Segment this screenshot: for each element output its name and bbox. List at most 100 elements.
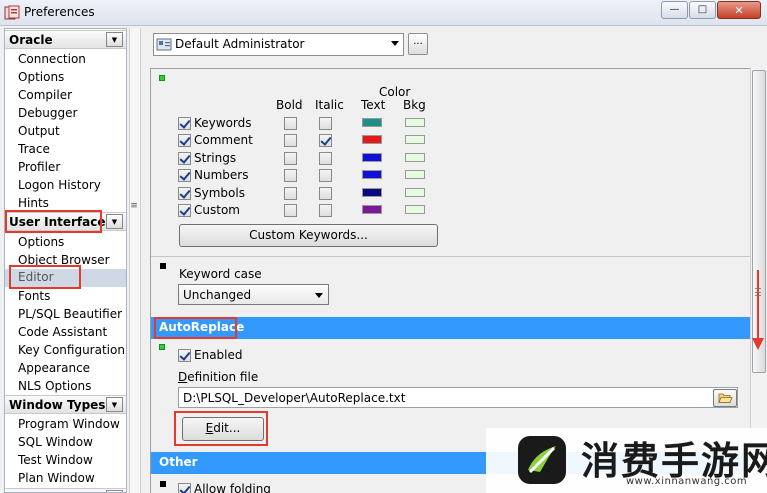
tree-item-options[interactable]: Options [5, 69, 126, 87]
chevron-down-icon[interactable]: ▼ [106, 214, 123, 229]
comment-text-color-swatch[interactable] [362, 135, 382, 144]
strings-bkg-color-swatch[interactable] [405, 153, 425, 162]
tree-item-plan-window[interactable]: Plan Window [5, 470, 126, 488]
column-text-header: Text [361, 98, 386, 112]
tree-item-hints[interactable]: Hints [5, 195, 126, 213]
custom-text-color-swatch[interactable] [362, 205, 382, 214]
tree-group-label: Window Types [9, 398, 106, 412]
section-marker-icon [159, 344, 165, 350]
numbers-italic-checkbox[interactable] [319, 169, 332, 182]
tree-group-window-types[interactable]: Window Types ▼ [5, 395, 126, 414]
custom-keywords-button[interactable]: Custom Keywords... [179, 224, 438, 247]
tree-item-appearance[interactable]: Appearance [5, 360, 126, 378]
other-section-title: Other [159, 455, 198, 469]
keywords-text-color-swatch[interactable] [362, 118, 382, 127]
custom-italic-checkbox[interactable] [319, 204, 332, 217]
comment-label: Comment [194, 133, 253, 147]
comment-bold-checkbox[interactable] [284, 134, 297, 147]
keywords-enabled-checkbox[interactable] [178, 117, 191, 130]
profile-more-button[interactable]: ... [408, 33, 428, 55]
strings-italic-checkbox[interactable] [319, 152, 332, 165]
custom-bkg-color-swatch[interactable] [405, 205, 425, 214]
tree-item-output[interactable]: Output [5, 123, 126, 141]
symbols-text-color-swatch[interactable] [362, 188, 382, 197]
numbers-label: Numbers [194, 168, 249, 182]
comment-bkg-color-swatch[interactable] [405, 135, 425, 144]
plsql-developer-icon [4, 5, 20, 20]
profile-select-value: Default Administrator [175, 37, 305, 51]
tree-group-oracle[interactable]: Oracle ▼ [5, 30, 126, 49]
definition-file-label: Definition file [178, 370, 259, 384]
tree-group-user-interface[interactable]: User Interface ▼ [5, 212, 126, 231]
symbols-italic-checkbox[interactable] [319, 187, 332, 200]
keywords-bold-checkbox[interactable] [284, 117, 297, 130]
numbers-enabled-checkbox[interactable] [178, 169, 191, 182]
tree-item-trace[interactable]: Trace [5, 141, 126, 159]
allow-folding-label: Allow folding [194, 482, 271, 493]
user-profile-icon [156, 38, 172, 51]
symbols-enabled-checkbox[interactable] [178, 187, 191, 200]
tree-item-test-window[interactable]: Test Window [5, 452, 126, 470]
tree-item-nls-options[interactable]: NLS Options [5, 378, 126, 396]
symbols-bkg-color-swatch[interactable] [405, 188, 425, 197]
numbers-text-color-swatch[interactable] [362, 170, 382, 179]
allow-folding-checkbox[interactable] [178, 483, 191, 493]
autoreplace-enabled-checkbox[interactable] [178, 349, 191, 362]
arrow-down-icon [752, 338, 764, 350]
strings-label: Strings [194, 151, 237, 165]
numbers-bkg-color-swatch[interactable] [405, 170, 425, 179]
tree-item-sql-window[interactable]: SQL Window [5, 434, 126, 452]
column-bkg-header: Bkg [403, 98, 426, 112]
preferences-tree: Oracle ▼ Connection Options Compiler Deb… [4, 28, 127, 493]
watermark-url: www.xinnanwang.com [626, 476, 748, 487]
strings-text-color-swatch[interactable] [362, 153, 382, 162]
custom-enabled-checkbox[interactable] [178, 204, 191, 217]
scrollbar-thumb[interactable] [752, 70, 766, 373]
column-bold-header: Bold [276, 98, 303, 112]
strings-enabled-checkbox[interactable] [178, 152, 191, 165]
numbers-bold-checkbox[interactable] [284, 169, 297, 182]
maximize-button[interactable]: □ [689, 1, 716, 19]
window-title: Preferences [24, 5, 95, 19]
chevron-down-icon[interactable]: ▼ [106, 32, 123, 47]
strings-bold-checkbox[interactable] [284, 152, 297, 165]
tree-item-ui-options[interactable]: Options [5, 234, 126, 252]
tree-item-editor[interactable]: Editor [5, 269, 126, 287]
keywords-bkg-color-swatch[interactable] [405, 118, 425, 127]
comment-italic-checkbox[interactable] [319, 134, 332, 147]
minimize-button[interactable]: — [661, 1, 688, 19]
tree-item-profiler[interactable]: Profiler [5, 159, 126, 177]
autoreplace-edit-button[interactable]: Edit... [182, 417, 264, 441]
symbols-bold-checkbox[interactable] [284, 187, 297, 200]
tree-item-program-window[interactable]: Program Window [5, 416, 126, 434]
custom-bold-checkbox[interactable] [284, 204, 297, 217]
tree-item-object-browser[interactable]: Object Browser [5, 252, 126, 270]
tree-scrollbar[interactable] [129, 28, 141, 493]
tree-group-next[interactable]: ▼ [5, 488, 126, 492]
tree-item-connection[interactable]: Connection [5, 51, 126, 69]
pane-splitter[interactable]: ≡ [127, 28, 143, 493]
section-marker-icon [160, 263, 166, 269]
tree-item-key-configuration[interactable]: Key Configuration [5, 342, 126, 360]
chevron-down-icon[interactable]: ▼ [106, 397, 123, 412]
tree-group-label: Oracle [9, 33, 53, 47]
tree-item-fonts[interactable]: Fonts [5, 288, 126, 306]
profile-select[interactable]: Default Administrator [153, 33, 404, 56]
close-button[interactable]: ✕ [717, 1, 761, 19]
browse-folder-button[interactable] [713, 389, 737, 407]
tree-item-debugger[interactable]: Debugger [5, 105, 126, 123]
tree-item-compiler[interactable]: Compiler [5, 87, 126, 105]
section-marker-icon [159, 75, 165, 81]
comment-enabled-checkbox[interactable] [178, 134, 191, 147]
tree-item-logon-history[interactable]: Logon History [5, 177, 126, 195]
site-watermark: 消费手游网 www.xinnanwang.com [486, 428, 767, 493]
keyword-case-value: Unchanged [183, 288, 252, 302]
tree-item-code-assistant[interactable]: Code Assistant [5, 324, 126, 342]
tree-item-plsql-beautifier[interactable]: PL/SQL Beautifier [5, 306, 126, 324]
column-italic-header: Italic [315, 98, 344, 112]
keywords-label: Keywords [194, 116, 252, 130]
section-divider [151, 256, 750, 257]
keywords-italic-checkbox[interactable] [319, 117, 332, 130]
keyword-case-select[interactable]: Unchanged [178, 284, 329, 305]
definition-file-input[interactable]: D:\PLSQL_Developer\AutoReplace.txt [178, 387, 738, 408]
